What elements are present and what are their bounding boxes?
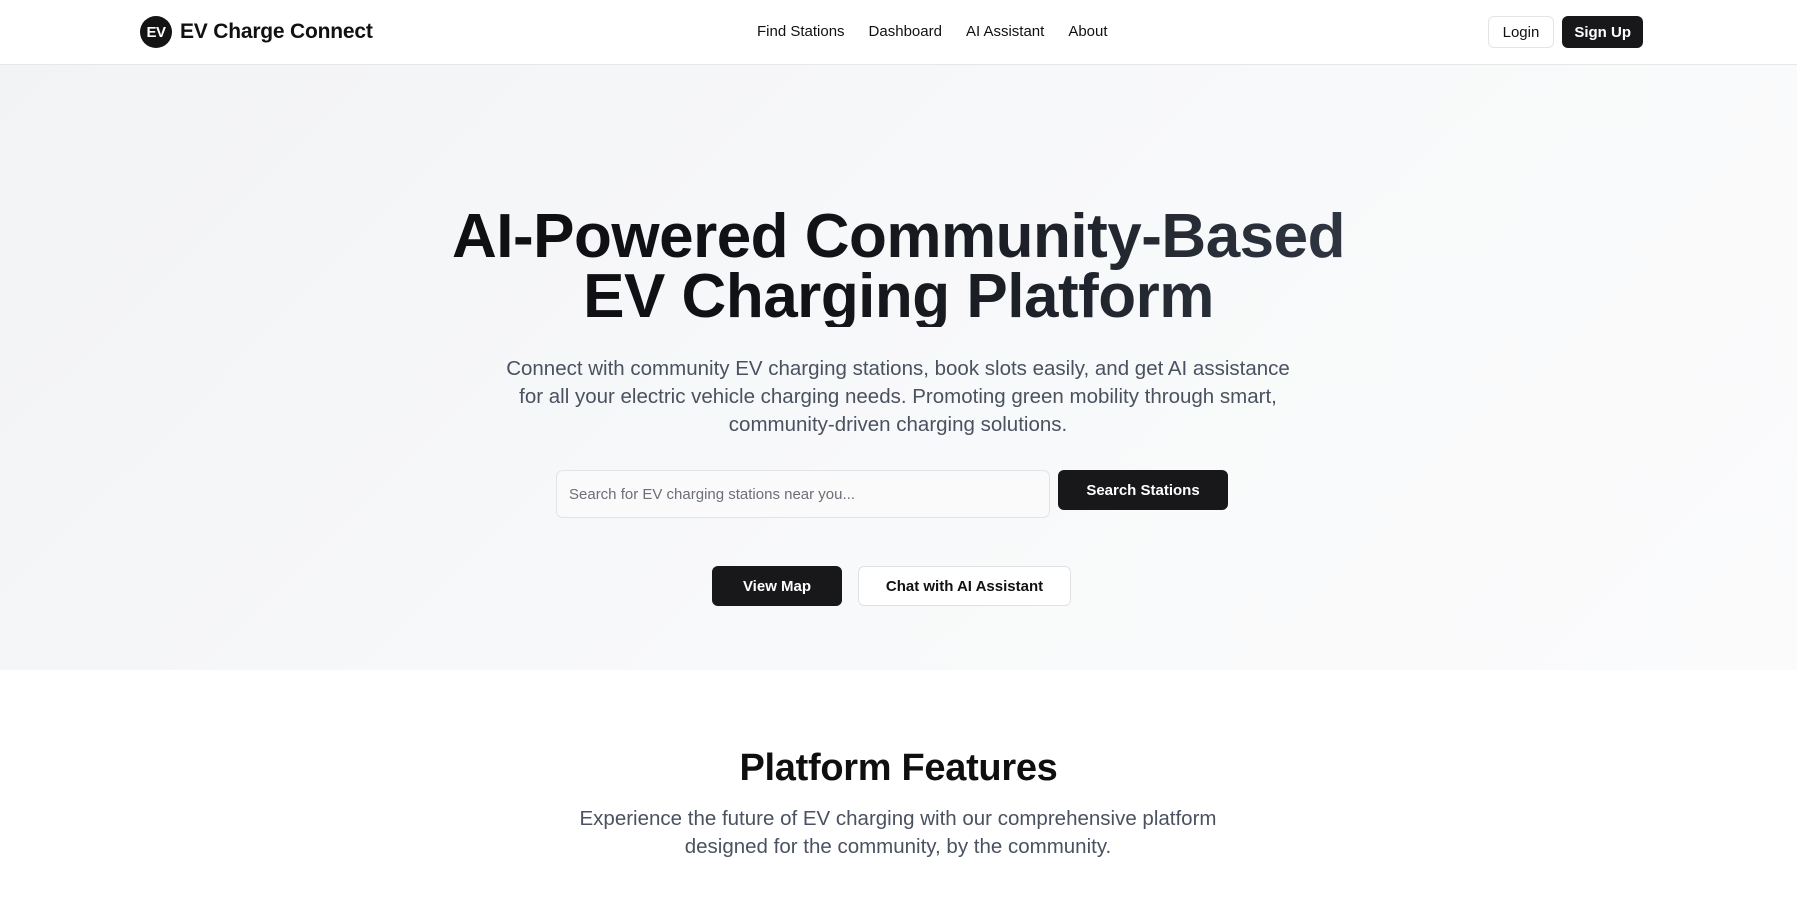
hero-subtitle: Connect with community EV charging stati… bbox=[506, 357, 1290, 436]
brand-logo[interactable]: EV EV Charge Connect bbox=[140, 16, 373, 48]
nav-about[interactable]: About bbox=[1068, 22, 1107, 42]
features-title: Platform Features bbox=[739, 747, 1058, 789]
brand-name: EV Charge Connect bbox=[180, 20, 373, 43]
hero-section: AI-Powered Community-Based EV Charging P… bbox=[0, 65, 1797, 670]
nav-dashboard[interactable]: Dashboard bbox=[869, 22, 942, 42]
signup-button[interactable]: Sign Up bbox=[1562, 16, 1643, 48]
hero-title: AI-Powered Community-Based EV Charging P… bbox=[0, 207, 1797, 327]
ev-logo-icon: EV bbox=[140, 16, 172, 48]
main-nav: Find Stations Dashboard AI Assistant Abo… bbox=[757, 22, 1132, 42]
login-button[interactable]: Login bbox=[1487, 16, 1555, 48]
header-actions: Login Sign Up bbox=[1487, 16, 1643, 48]
search-stations-button[interactable]: Search Stations bbox=[1058, 470, 1228, 510]
chat-ai-assistant-button[interactable]: Chat with AI Assistant bbox=[858, 566, 1071, 606]
nav-find-stations[interactable]: Find Stations bbox=[757, 22, 845, 42]
features-subtitle: Experience the future of EV charging wit… bbox=[579, 807, 1217, 858]
nav-ai-assistant[interactable]: AI Assistant bbox=[966, 22, 1044, 42]
hero-title-line2: EV Charging Platform bbox=[583, 262, 1214, 331]
view-map-button[interactable]: View Map bbox=[712, 566, 842, 606]
site-header: EV EV Charge Connect Find Stations Dashb… bbox=[0, 0, 1797, 65]
hero-title-line1: AI-Powered Community-Based bbox=[451, 202, 1346, 271]
station-search-input[interactable] bbox=[556, 470, 1050, 518]
